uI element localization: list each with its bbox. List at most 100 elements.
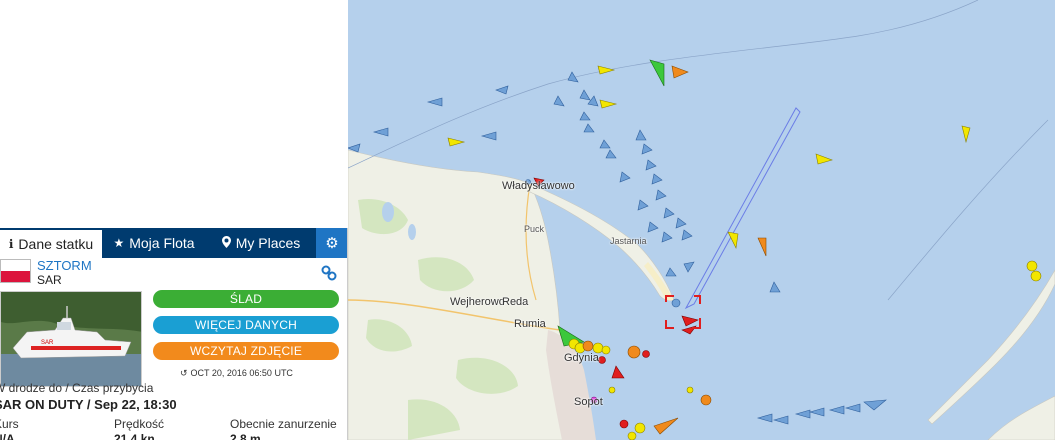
lake-1	[382, 202, 394, 222]
anchored-marker	[642, 350, 650, 358]
ship-marker	[655, 189, 667, 201]
map-label-reda: Reda	[502, 296, 529, 308]
history-icon: ↺	[180, 368, 188, 378]
ship-marker	[794, 409, 811, 419]
panel-tabs: ℹ Dane statku ★ Moja Flota My Places ⚙	[0, 228, 347, 258]
gear-icon: ⚙	[325, 235, 339, 252]
ship-marker-green	[649, 59, 665, 87]
anchored-marker	[700, 394, 712, 406]
map-label-puck: Puck	[524, 224, 545, 234]
course-value: N/A	[0, 432, 15, 440]
speed-value: 21.4 kn	[114, 432, 155, 440]
ship-marker	[635, 129, 647, 141]
empty-area	[0, 0, 348, 228]
ship-marker	[844, 403, 861, 413]
ship-marker	[757, 237, 767, 257]
ship-marker	[863, 399, 887, 411]
ship-marker	[961, 125, 971, 144]
info-icon: ℹ	[8, 237, 14, 251]
ship-marker	[579, 89, 591, 101]
land-southeast	[987, 395, 1055, 440]
vessel-flag	[0, 259, 31, 283]
ship-marker	[772, 415, 789, 425]
ship-marker	[756, 413, 773, 423]
upload-photo-button[interactable]: WCZYTAJ ZDJĘCIE	[153, 342, 339, 360]
ship-marker	[426, 97, 443, 107]
tab-vessel-details-label: Dane statku	[18, 236, 94, 252]
ship-marker	[611, 365, 625, 379]
ship-marker	[808, 407, 825, 417]
anchored-marker	[619, 419, 629, 429]
map-label-gdynia: Gdynia	[564, 352, 599, 364]
ship-markers-orange	[653, 65, 767, 435]
vessel-photo-marking: SAR	[41, 340, 54, 346]
ship-marker	[663, 207, 675, 219]
map-label-wladyslawowo: Władysławowo	[502, 180, 575, 192]
ship-marker	[447, 137, 466, 147]
tab-my-fleet-label: Moja Flota	[129, 235, 195, 251]
link-icon[interactable]	[321, 265, 337, 281]
ship-marker	[619, 171, 631, 183]
ship-marker	[665, 267, 677, 277]
ship-marker	[579, 111, 591, 121]
ship-marker	[605, 149, 617, 159]
ship-marker	[647, 221, 659, 233]
map-canvas[interactable]	[348, 0, 1055, 440]
position-timestamp-text: OCT 20, 2016 06:50 UTC	[190, 368, 293, 378]
vessel-name-link[interactable]: SZTORM	[37, 258, 92, 273]
anchored-marker	[627, 345, 641, 359]
ship-marker	[769, 281, 781, 293]
vessel-info-panel: ℹ Dane statku ★ Moja Flota My Places ⚙ S…	[0, 228, 348, 440]
ship-marker	[828, 405, 845, 415]
star-icon: ★	[113, 236, 125, 250]
draft-label: Obecnie zanurzenie	[230, 417, 337, 431]
ship-marker	[583, 123, 595, 133]
position-timestamp: ↺ OCT 20, 2016 06:50 UTC	[180, 368, 293, 379]
lake-2	[408, 224, 416, 240]
ship-marker	[597, 65, 616, 75]
destination-label: W drodze do / Czas przybycia	[0, 381, 154, 395]
maritime-boundary-2	[887, 119, 1049, 301]
course-label: Kurs	[0, 417, 19, 431]
tab-vessel-details[interactable]: ℹ Dane statku	[0, 228, 102, 258]
tab-settings[interactable]: ⚙	[316, 228, 347, 258]
ship-marker	[372, 127, 389, 137]
ship-marker	[645, 159, 657, 171]
ship-marker	[553, 95, 565, 107]
map-marker-icon	[221, 235, 231, 251]
ship-marker	[480, 131, 497, 141]
ship-marker	[671, 65, 689, 79]
track-button[interactable]: ŚLAD	[153, 290, 339, 308]
ship-marker	[675, 217, 687, 229]
vessel-map[interactable]: Władysławowo Puck Jastarnia Wejherowo Re…	[348, 0, 1055, 440]
tab-my-places[interactable]: My Places	[206, 228, 316, 258]
anchored-marker	[686, 386, 694, 394]
anchored-marker	[582, 340, 594, 352]
vessel-photo[interactable]: SAR	[0, 291, 142, 387]
more-data-button[interactable]: WIĘCEJ DANYCH	[153, 316, 339, 334]
ship-marker	[599, 139, 611, 149]
map-label-jastarnia: Jastarnia	[610, 236, 647, 246]
tab-my-fleet[interactable]: ★ Moja Flota	[102, 228, 206, 258]
ship-marker	[641, 143, 653, 155]
ship-marker	[815, 153, 833, 165]
vessel-track	[684, 107, 801, 310]
ship-marker	[495, 85, 509, 95]
ship-marker	[681, 229, 693, 241]
map-label-sopot: Sopot	[574, 396, 603, 408]
anchored-marker	[608, 386, 616, 394]
anchored-marker	[634, 422, 646, 434]
anchored-marker	[1030, 270, 1042, 282]
anchored-marker	[627, 431, 637, 440]
draft-value: 2.8 m	[230, 432, 261, 440]
map-label-rumia: Rumia	[514, 318, 546, 330]
speed-label: Prędkość	[114, 417, 165, 431]
anchored-marker	[1026, 260, 1038, 272]
map-label-wejherowo: Wejherowo	[450, 296, 505, 308]
ship-marker	[651, 173, 663, 185]
ship-marker	[637, 199, 649, 211]
ship-marker	[653, 417, 679, 435]
land-vistula-spit	[927, 269, 1055, 425]
ship-marker	[683, 261, 695, 273]
selected-vessel-marker	[671, 298, 681, 308]
